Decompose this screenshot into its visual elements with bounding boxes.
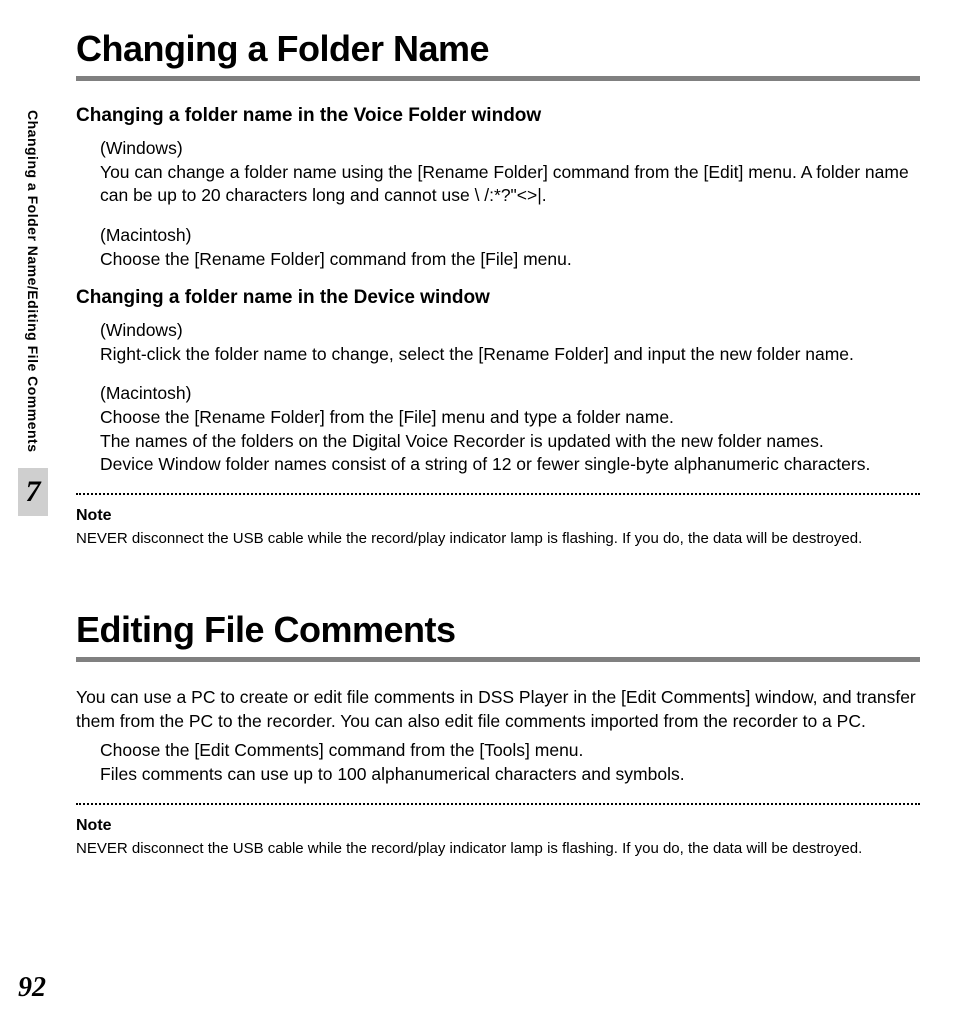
sub2-windows-body: Right-click the folder name to change, s…: [100, 344, 854, 364]
sub2-mac-body1: Choose the [Rename Folder] from the [Fil…: [100, 407, 674, 427]
dotted-separator: [76, 803, 920, 805]
note-body: NEVER disconnect the USB cable while the…: [76, 839, 920, 859]
os-label-mac: (Macintosh): [100, 224, 920, 248]
note-heading: Note: [76, 507, 920, 525]
sub1-mac-block: (Macintosh) Choose the [Rename Folder] c…: [100, 224, 920, 271]
section2-step2: Files comments can use up to 100 alphanu…: [100, 763, 920, 787]
section1-title: Changing a Folder Name: [76, 28, 920, 70]
sub1-windows-body: You can change a folder name using the […: [100, 162, 909, 206]
section2-intro: You can use a PC to create or edit file …: [76, 686, 920, 733]
sub2-windows-block: (Windows) Right-click the folder name to…: [100, 319, 920, 366]
title-rule: [76, 76, 920, 81]
sub2-mac-body3: Device Window folder names consist of a …: [100, 453, 920, 477]
sub1-windows-block: (Windows) You can change a folder name u…: [100, 137, 920, 208]
sub2-mac-block: (Macintosh) Choose the [Rename Folder] f…: [100, 382, 920, 477]
chapter-number-box: 7: [18, 468, 48, 516]
sub1-heading: Changing a folder name in the Voice Fold…: [76, 105, 920, 127]
os-label-windows: (Windows): [100, 137, 920, 161]
section2-title: Editing File Comments: [76, 609, 920, 651]
section2-steps: Choose the [Edit Comments] command from …: [100, 739, 920, 786]
section2-step1: Choose the [Edit Comments] command from …: [100, 739, 920, 763]
sub2-mac-body2: The names of the folders on the Digital …: [100, 430, 920, 454]
dotted-separator: [76, 493, 920, 495]
page-number: 92: [18, 972, 46, 1004]
sidebar-running-head: Changing a Folder Name/Editing File Comm…: [25, 110, 41, 452]
main-content: Changing a Folder Name Changing a folder…: [76, 28, 920, 859]
note-body: NEVER disconnect the USB cable while the…: [76, 529, 920, 549]
sidebar: Changing a Folder Name/Editing File Comm…: [18, 110, 48, 516]
sub1-mac-body: Choose the [Rename Folder] command from …: [100, 249, 572, 269]
os-label-mac: (Macintosh): [100, 382, 920, 406]
title-rule: [76, 657, 920, 662]
os-label-windows: (Windows): [100, 319, 920, 343]
sub2-heading: Changing a folder name in the Device win…: [76, 287, 920, 309]
note-heading: Note: [76, 817, 920, 835]
